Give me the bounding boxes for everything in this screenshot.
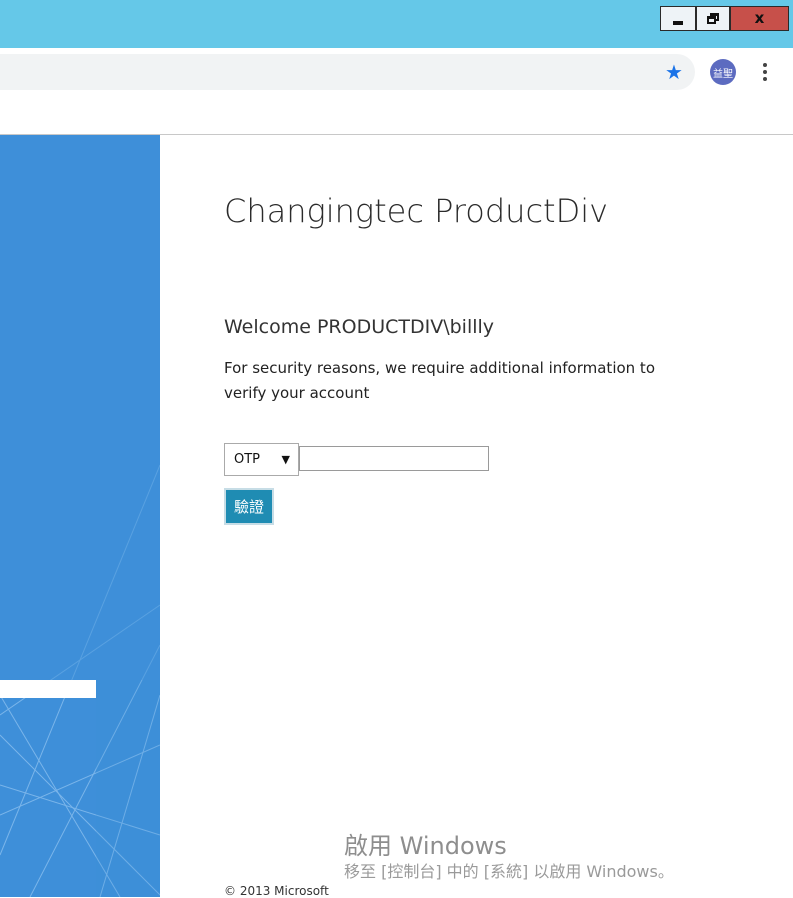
- window-titlebar: x: [0, 0, 793, 48]
- activation-watermark-subtitle: 移至 [控制台] 中的 [系統] 以啟用 Windows。: [344, 862, 674, 881]
- page-title: Changingtec ProductDiv: [224, 192, 609, 230]
- close-icon: x: [754, 9, 765, 27]
- verify-button[interactable]: 驗證: [224, 488, 274, 525]
- vertical-dots-icon[interactable]: [758, 59, 772, 85]
- chevron-down-icon: ▼: [281, 453, 290, 466]
- otp-input[interactable]: [299, 446, 489, 471]
- close-button[interactable]: x: [730, 6, 789, 31]
- profile-avatar[interactable]: 益聖: [710, 59, 736, 85]
- address-bar[interactable]: [0, 54, 695, 90]
- welcome-text: Welcome PRODUCTDIV\billly: [224, 316, 495, 338]
- restore-icon: [707, 13, 719, 24]
- security-message: For security reasons, we require additio…: [224, 359, 655, 402]
- auth-method-selected: OTP: [234, 452, 261, 467]
- auth-method-select[interactable]: OTP ▼: [224, 443, 299, 476]
- maximize-button[interactable]: [696, 6, 730, 31]
- browser-toolbar: ★ 益聖: [0, 48, 793, 96]
- activation-watermark-title: 啟用 Windows: [344, 832, 507, 860]
- minimize-button[interactable]: [660, 6, 696, 31]
- minimize-icon: [673, 20, 683, 25]
- star-icon[interactable]: ★: [662, 60, 686, 84]
- copyright: © 2013 Microsoft: [224, 884, 329, 898]
- illustration-panel: [0, 135, 160, 897]
